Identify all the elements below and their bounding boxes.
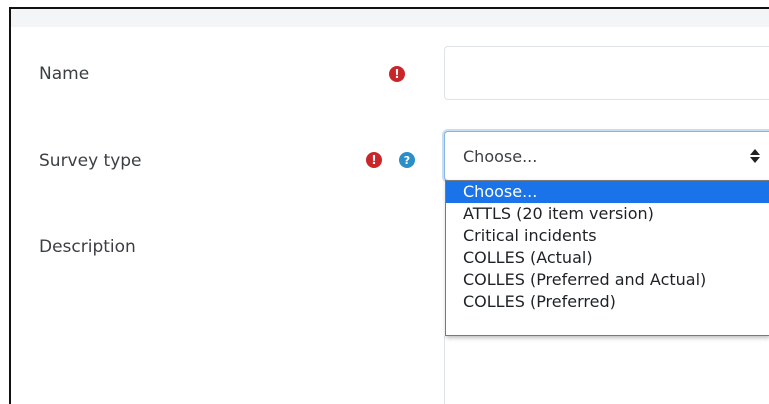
description-editor-edge	[444, 336, 445, 404]
survey-type-label: Survey type	[39, 151, 142, 171]
required-icon[interactable]: !	[389, 66, 405, 82]
name-label: Name	[39, 64, 90, 84]
sort-arrows-icon	[750, 149, 760, 163]
survey-type-select-value: Choose...	[463, 147, 538, 166]
survey-type-select[interactable]: Choose...	[444, 131, 769, 181]
survey-type-dropdown: Choose... ATTLS (20 item version) Critic…	[445, 180, 769, 336]
dropdown-option[interactable]: COLLES (Actual)	[446, 247, 769, 269]
dropdown-option[interactable]: COLLES (Preferred and Actual)	[446, 269, 769, 291]
name-input[interactable]	[444, 46, 769, 100]
header-strip	[11, 9, 769, 27]
required-icon[interactable]: !	[366, 152, 382, 168]
help-icon[interactable]: ?	[399, 152, 415, 168]
dropdown-option[interactable]: COLLES (Preferred)	[446, 291, 769, 313]
dropdown-option[interactable]: Choose...	[446, 181, 769, 203]
dropdown-option[interactable]: Critical incidents	[446, 225, 769, 247]
dropdown-option[interactable]: ATTLS (20 item version)	[446, 203, 769, 225]
description-label: Description	[39, 237, 136, 257]
